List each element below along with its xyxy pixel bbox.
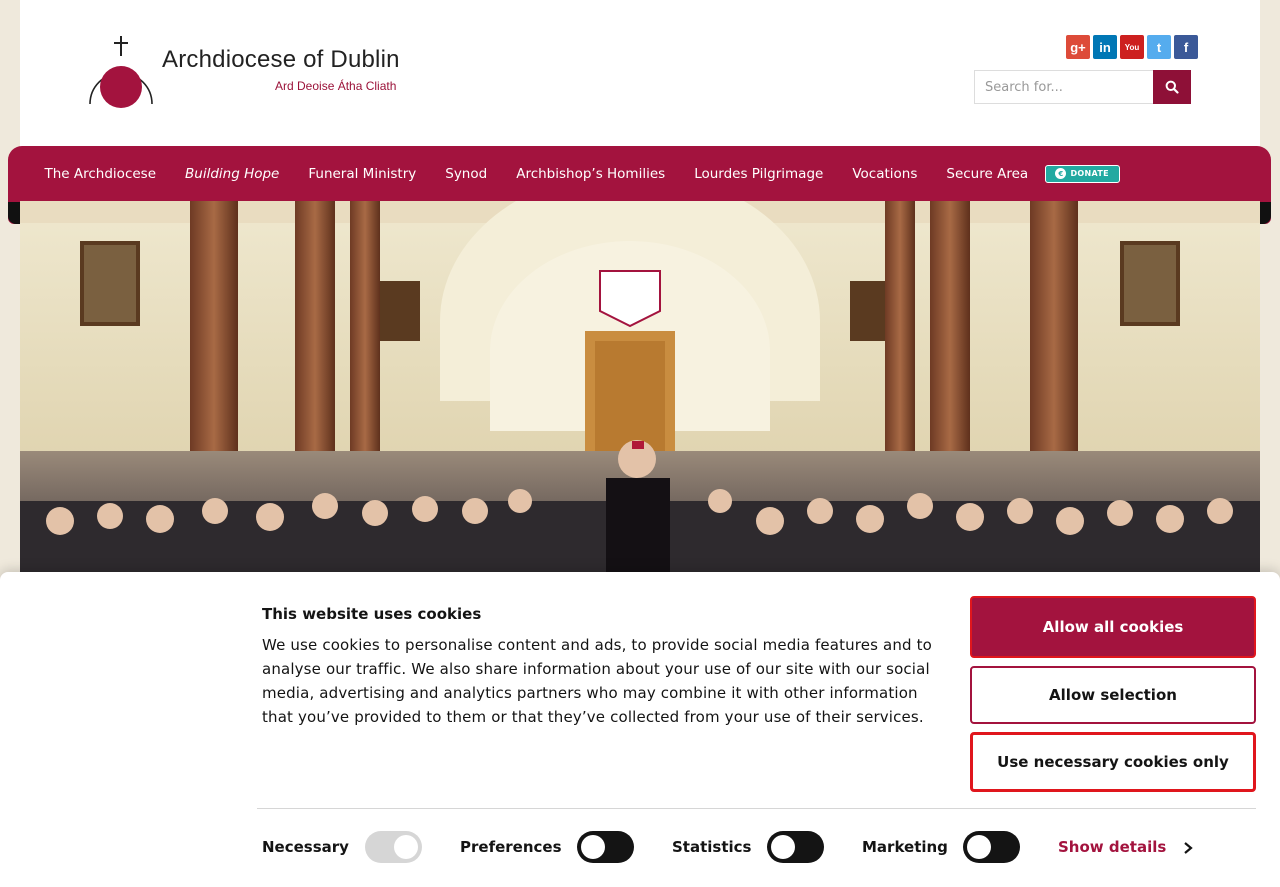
preferences-toggle[interactable] — [577, 831, 634, 863]
nav-menu: The Archdiocese Building Hope Funeral Mini… — [30, 146, 1120, 201]
logo-cross-icon — [89, 36, 153, 108]
cookie-title: This website uses cookies — [262, 605, 482, 623]
linkedin-icon[interactable]: in — [1093, 35, 1117, 59]
search-button[interactable] — [1153, 70, 1191, 104]
toggle-knob — [967, 835, 991, 859]
toggle-knob — [581, 835, 605, 859]
necessary-toggle — [365, 831, 422, 863]
marketing-toggle[interactable] — [963, 831, 1020, 863]
toggle-knob — [394, 835, 418, 859]
nav-item-the-archdiocese[interactable]: The Archdiocese — [30, 166, 171, 182]
allow-all-cookies-button[interactable]: Allow all cookies — [970, 596, 1256, 658]
necessary-cookies-only-button[interactable]: Use necessary cookies only — [970, 732, 1256, 792]
allow-selection-button[interactable]: Allow selection — [970, 666, 1256, 724]
donate-label: DONATE — [1070, 169, 1109, 178]
nav-item-secure-area[interactable]: Secure Area — [932, 166, 1043, 182]
show-details-link[interactable]: Show details — [1058, 838, 1166, 856]
nav-item-archbishop-s-homilies[interactable]: Archbishop’s Homilies — [502, 166, 680, 182]
cookie-description: We use cookies to personalise content an… — [262, 636, 932, 726]
donate-icon: € — [1055, 168, 1067, 179]
search-form — [974, 70, 1191, 104]
nav-item-vocations[interactable]: Vocations — [838, 166, 932, 182]
logo-subtitle: Ard Deoise Átha Cliath — [275, 79, 397, 93]
social-links: g+ in You t f — [1066, 35, 1198, 59]
cookie-consent-banner: This website uses cookies We use cookies… — [0, 572, 1280, 887]
marketing-label: Marketing — [862, 838, 948, 856]
nav-item-lourdes-pilgrimage[interactable]: Lourdes Pilgrimage — [680, 166, 838, 182]
search-icon — [1165, 80, 1179, 94]
search-input[interactable] — [974, 70, 1153, 104]
nav-item-synod[interactable]: Synod — [431, 166, 502, 182]
site-logo[interactable]: Archdiocese of Dublin Ard Deoise Átha Cl… — [88, 34, 418, 110]
chevron-right-icon[interactable] — [1183, 841, 1193, 855]
facebook-icon[interactable]: f — [1174, 35, 1198, 59]
twitter-icon[interactable]: t — [1147, 35, 1171, 59]
toggle-knob — [771, 835, 795, 859]
donate-button[interactable]: € DONATE — [1044, 164, 1120, 183]
nav-item-building-hope[interactable]: Building Hope — [171, 166, 294, 182]
google-plus-icon[interactable]: g+ — [1066, 35, 1090, 59]
preferences-label: Preferences — [460, 838, 562, 856]
logo-title: Archdiocese of Dublin — [162, 46, 400, 73]
necessary-label: Necessary — [262, 838, 349, 856]
statistics-toggle[interactable] — [767, 831, 824, 863]
hero-image — [20, 201, 1260, 581]
nav-item-funeral-ministry[interactable]: Funeral Ministry — [294, 166, 431, 182]
cookie-divider — [257, 808, 1256, 809]
statistics-label: Statistics — [672, 838, 752, 856]
youtube-icon[interactable]: You — [1120, 35, 1144, 59]
church-congregation-photo — [20, 201, 1260, 581]
